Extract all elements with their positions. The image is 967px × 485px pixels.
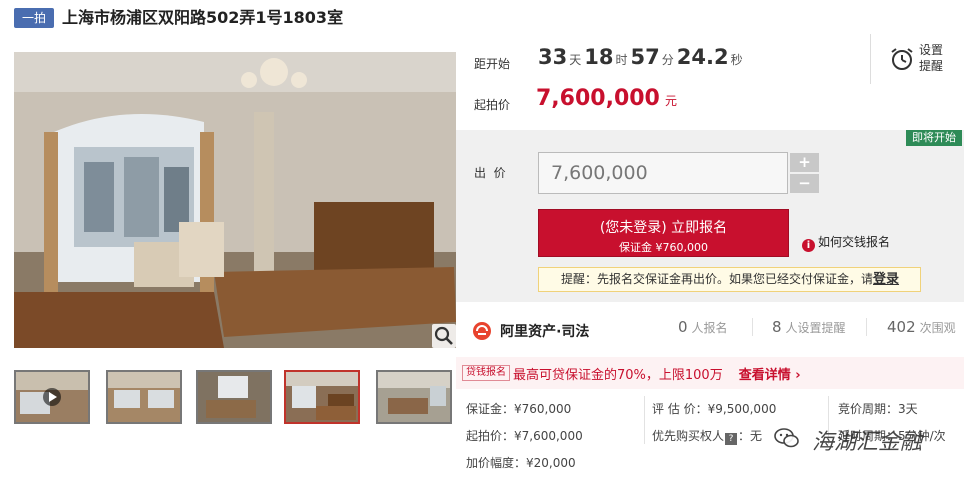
- info-icon: i: [802, 239, 815, 252]
- info-start-price: 起拍价：¥7,600,000: [466, 429, 583, 443]
- loan-tag: 贷钱报名: [462, 365, 510, 381]
- register-button-label: (您未登录) 立即报名: [599, 220, 728, 236]
- divider: [752, 318, 753, 336]
- signup-count-value: 0: [678, 318, 688, 336]
- loan-text: 最高可贷保证金的70%，上限100万: [513, 368, 723, 383]
- start-price-value: 7,600,000: [536, 86, 660, 111]
- bid-amount-input[interactable]: [538, 152, 788, 194]
- view-count-value: 402: [887, 318, 916, 336]
- countdown-seconds-unit: 秒: [730, 53, 743, 67]
- start-price-unit: 元: [664, 94, 677, 108]
- signup-count-label: 人报名: [691, 321, 728, 335]
- auction-round-badge: 一拍: [14, 8, 54, 28]
- deposit-loan-banner: 贷钱报名 最高可贷保证金的70%，上限100万 查看详情 ›: [456, 357, 964, 389]
- thumbnail-5[interactable]: [376, 370, 452, 424]
- bid-label: 出 价: [474, 166, 506, 180]
- decrease-bid-button[interactable]: −: [790, 174, 819, 193]
- view-count: 402 次围观: [887, 318, 956, 336]
- reminder-count: 8 人设置提醒: [772, 318, 846, 336]
- ali-asset-logo-icon: [473, 322, 491, 340]
- login-reminder-bar: 提醒：先报名交保证金再出价。如果您已经交付保证金，请登录: [538, 267, 921, 292]
- countdown-label: 距开始: [474, 57, 511, 71]
- zoom-button[interactable]: [432, 324, 456, 348]
- how-to-pay-label: 如何交钱报名: [818, 235, 891, 249]
- start-price: 7,600,000 元: [536, 86, 677, 111]
- info-priority-label: 优先购买权人: [652, 429, 725, 443]
- info-priority-value: ：无: [738, 429, 763, 443]
- countdown-minutes: 57: [630, 45, 660, 69]
- divider: [644, 396, 645, 444]
- view-count-label: 次围观: [919, 321, 956, 335]
- start-price-label: 起拍价: [474, 98, 511, 112]
- countdown-days-unit: 天: [569, 53, 582, 67]
- main-property-photo[interactable]: [14, 52, 456, 348]
- info-priority: 优先购买权人? ：无: [652, 427, 762, 445]
- help-icon[interactable]: ?: [725, 433, 738, 445]
- login-link[interactable]: 登录: [873, 272, 899, 287]
- info-appraisal: 评 估 价：¥9,500,000: [652, 402, 777, 416]
- thumbnail-1-video[interactable]: [14, 370, 90, 424]
- login-reminder-text: 提醒：先报名交保证金再出价。如果您已经交付保证金，请: [561, 272, 874, 286]
- register-button-deposit: 保证金 ¥760,000: [619, 241, 708, 254]
- remind-label-line1: 设置: [919, 43, 944, 57]
- how-to-pay-link[interactable]: i 如何交钱报名: [802, 233, 890, 252]
- status-badge-upcoming: 即将开始: [906, 130, 962, 146]
- remind-label-line2: 提醒: [919, 59, 944, 73]
- thumbnail-3[interactable]: [196, 370, 272, 424]
- countdown-days: 33: [538, 45, 568, 69]
- countdown-hours: 18: [584, 45, 614, 69]
- info-cycle: 竞价周期：3天: [838, 402, 918, 416]
- info-increment: 加价幅度：¥20,000: [466, 456, 576, 470]
- register-now-button[interactable]: (您未登录) 立即报名 保证金 ¥760,000: [538, 209, 789, 257]
- increase-bid-button[interactable]: +: [790, 153, 819, 172]
- watermark-text: 海湖汇金融: [812, 430, 923, 455]
- info-deposit: 保证金：¥760,000: [466, 402, 572, 416]
- thumbnail-4-selected[interactable]: [284, 370, 360, 424]
- magnifier-icon: [434, 326, 453, 345]
- countdown-hours-unit: 时: [615, 53, 628, 67]
- countdown-minutes-unit: 分: [661, 53, 674, 67]
- divider: [866, 318, 867, 336]
- page-title: 上海市杨浦区双阳路502弄1号1803室: [62, 8, 344, 27]
- signup-count: 0 人报名: [678, 318, 728, 336]
- reminder-count-label: 人设置提醒: [785, 321, 846, 335]
- reminder-count-value: 8: [772, 318, 782, 336]
- thumbnail-2[interactable]: [106, 370, 182, 424]
- brand-name: 阿里资产·司法: [500, 324, 590, 340]
- loan-details-link[interactable]: 查看详情 ›: [739, 364, 801, 383]
- brand-logo: 阿里资产·司法: [472, 321, 589, 341]
- countdown-timer: 33 天 18 时 57 分 24.2 秒: [538, 45, 746, 69]
- wechat-icon: [770, 421, 804, 455]
- countdown-seconds: 24.2: [676, 45, 729, 69]
- alarm-clock-icon: [891, 48, 913, 70]
- set-reminder-button[interactable]: 设置 提醒: [870, 34, 960, 84]
